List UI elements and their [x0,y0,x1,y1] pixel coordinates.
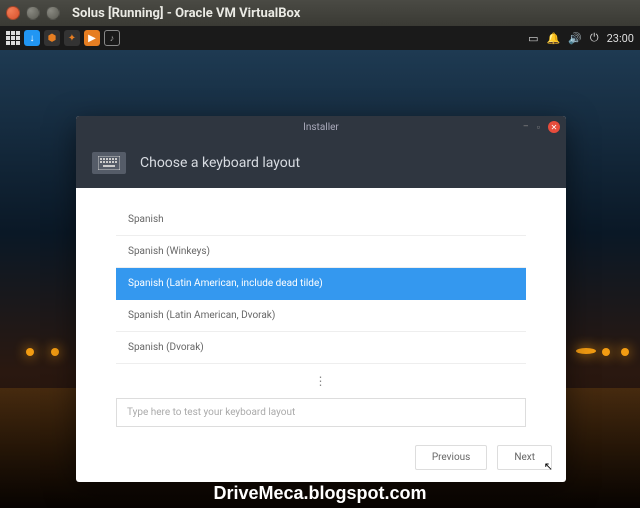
installer-header: Choose a keyboard layout [76,138,566,188]
keyboard-layout-list: Spanish Spanish (Winkeys) Spanish (Latin… [116,204,526,364]
clock[interactable]: 23:00 [607,32,634,45]
installer-window-title: Installer [303,122,339,133]
display-icon[interactable]: ▭ [528,32,538,45]
app-icon[interactable]: ✦ [64,30,80,46]
notification-bell-icon[interactable]: 🔔 [546,32,560,45]
power-icon[interactable]: ⏻ [590,31,599,45]
music-icon[interactable]: ♪ [104,30,120,46]
host-window-titlebar: Solus [Running] - Oracle VM VirtualBox [0,0,640,26]
volume-icon[interactable]: 🔊 [568,32,582,45]
layout-option[interactable]: Spanish [116,204,526,236]
mouse-cursor-icon: ↖ [544,460,553,473]
installer-heading: Choose a keyboard layout [140,155,300,171]
host-close-button[interactable] [6,6,20,20]
installer-titlebar: Installer – ▫ ✕ [76,116,566,138]
host-minimize-button[interactable] [26,6,40,20]
download-icon[interactable]: ↓ [24,30,40,46]
keyboard-icon [92,152,126,174]
installer-maximize-icon[interactable]: ▫ [537,122,540,133]
media-player-icon[interactable]: ▶ [84,30,100,46]
layout-option[interactable]: Spanish (Dvorak) [116,332,526,364]
host-window-controls [6,6,60,20]
more-indicator-icon[interactable]: ⋮ [116,364,526,394]
watermark-text: DriveMeca.blogspot.com [0,483,640,504]
installer-minimize-icon[interactable]: – [523,122,529,132]
layout-option-selected[interactable]: Spanish (Latin American, include dead ti… [116,268,526,300]
next-button[interactable]: Next ↖ [497,445,552,470]
installer-close-icon[interactable]: ✕ [548,121,560,133]
layout-option[interactable]: Spanish (Winkeys) [116,236,526,268]
guest-desktop: Installer – ▫ ✕ Choose a keyboard layout… [0,50,640,508]
host-window-title: Solus [Running] - Oracle VM VirtualBox [72,6,300,21]
next-button-label: Next [514,452,535,463]
layout-option[interactable]: Spanish (Latin American, Dvorak) [116,300,526,332]
installer-window: Installer – ▫ ✕ Choose a keyboard layout… [76,116,566,482]
installer-footer: Previous Next ↖ [76,435,566,482]
host-maximize-button[interactable] [46,6,60,20]
keyboard-test-input[interactable] [116,398,526,427]
file-manager-icon[interactable]: ⬢ [44,30,60,46]
guest-top-panel: ↓ ⬢ ✦ ▶ ♪ ▭ 🔔 🔊 ⏻ 23:00 [0,26,640,50]
applications-menu-icon[interactable] [6,31,20,45]
previous-button[interactable]: Previous [415,445,488,470]
